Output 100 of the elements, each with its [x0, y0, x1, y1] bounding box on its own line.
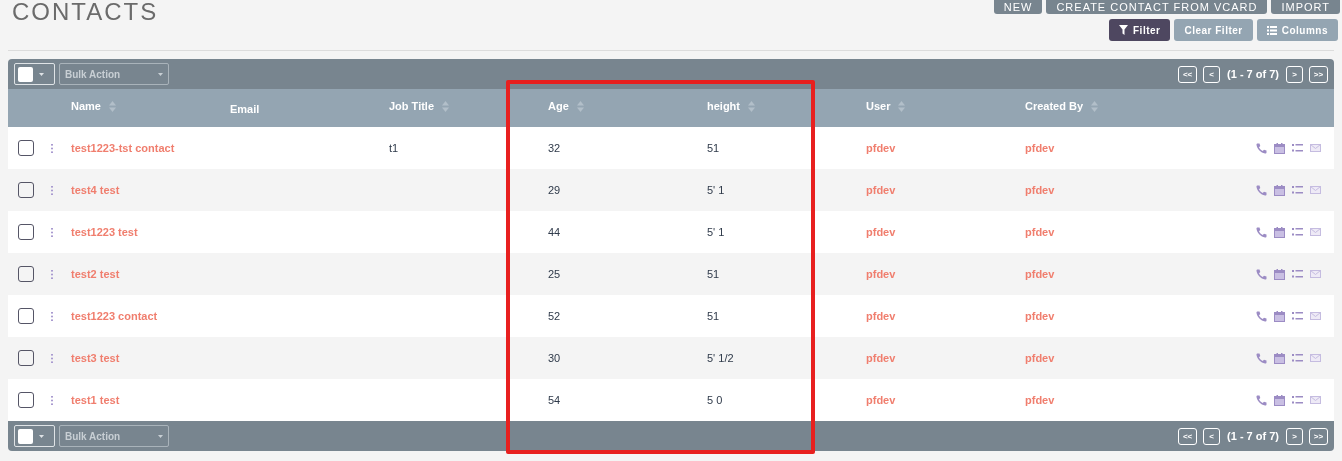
- table-cell: 51: [707, 309, 720, 322]
- phone-icon[interactable]: [1256, 226, 1267, 238]
- record-link[interactable]: pfdev: [1025, 225, 1055, 238]
- record-link[interactable]: test2 test: [71, 267, 120, 280]
- select-all-dropdown[interactable]: [14, 425, 55, 447]
- filter-button[interactable]: Filter: [1109, 19, 1171, 41]
- row-checkbox[interactable]: [18, 182, 34, 198]
- table-cell: t1: [389, 141, 399, 154]
- phone-icon[interactable]: [1256, 142, 1267, 154]
- row-checkbox[interactable]: [18, 350, 34, 366]
- phone-icon[interactable]: [1256, 394, 1267, 406]
- action-button[interactable]: CREATE CONTACT FROM VCARD: [1046, 0, 1268, 14]
- sort-icon: [1091, 100, 1099, 112]
- list-icon[interactable]: [1292, 186, 1303, 194]
- action-button[interactable]: NEW: [993, 0, 1043, 14]
- record-link[interactable]: test1223 contact: [71, 309, 158, 322]
- record-link[interactable]: pfdev: [866, 309, 896, 322]
- page-range: (1 - 7 of 7): [1226, 66, 1280, 82]
- record-link[interactable]: test4 test: [71, 183, 120, 196]
- list-icon[interactable]: [1292, 144, 1303, 152]
- table-row[interactable]: test1223 test 44 5' 1 pfdev pfdev: [8, 211, 1334, 253]
- record-link[interactable]: pfdev: [1025, 183, 1055, 196]
- list-icon[interactable]: [1292, 312, 1303, 320]
- caret-icon: [39, 72, 44, 76]
- record-link[interactable]: pfdev: [866, 141, 896, 154]
- bulk-action-dropdown[interactable]: Bulk Action: [59, 63, 169, 85]
- row-checkbox[interactable]: [18, 140, 34, 156]
- column-header[interactable]: Name: [71, 97, 116, 115]
- page-button[interactable]: >>: [1309, 427, 1328, 445]
- record-link[interactable]: pfdev: [1025, 141, 1055, 154]
- table-row[interactable]: test1 test 54 5 0 pfdev pfdev: [8, 379, 1334, 421]
- sort-icon: [576, 100, 584, 112]
- record-link[interactable]: pfdev: [1025, 351, 1055, 364]
- phone-icon[interactable]: [1256, 268, 1267, 280]
- list-icon[interactable]: [1292, 396, 1303, 404]
- column-header[interactable]: Job Title: [389, 97, 450, 115]
- row-checkbox[interactable]: [18, 266, 34, 282]
- row-checkbox[interactable]: [18, 224, 34, 240]
- record-link[interactable]: pfdev: [866, 225, 896, 238]
- calendar-icon[interactable]: [1274, 184, 1285, 196]
- phone-icon[interactable]: [1256, 184, 1267, 196]
- calendar-icon[interactable]: [1274, 142, 1285, 154]
- column-header[interactable]: User: [866, 97, 906, 115]
- table-row[interactable]: test1223-tst contact t1 32 51 pfdev pfdev: [8, 127, 1334, 169]
- filter-button[interactable]: Columns: [1256, 19, 1338, 41]
- column-header[interactable]: Email: [230, 100, 260, 118]
- caret-icon: [39, 434, 44, 438]
- table-cell: 52: [548, 309, 561, 322]
- calendar-icon[interactable]: [1274, 268, 1285, 280]
- record-link[interactable]: pfdev: [1025, 393, 1055, 406]
- bulk-action-dropdown[interactable]: Bulk Action: [59, 425, 169, 447]
- record-link[interactable]: pfdev: [1025, 309, 1055, 322]
- caret-icon: [158, 434, 163, 438]
- sort-icon: [108, 100, 116, 112]
- mail-icon[interactable]: [1310, 354, 1321, 362]
- row-checkbox[interactable]: [18, 392, 34, 408]
- filter-button[interactable]: Clear Filter: [1174, 19, 1253, 41]
- column-header[interactable]: height: [707, 97, 755, 115]
- select-all-dropdown[interactable]: [14, 63, 55, 85]
- list-icon[interactable]: [1292, 228, 1303, 236]
- table-cell: 5' 1/2: [707, 351, 734, 364]
- page-button[interactable]: >: [1286, 65, 1303, 83]
- record-link[interactable]: pfdev: [866, 351, 896, 364]
- calendar-icon[interactable]: [1274, 394, 1285, 406]
- sort-icon: [442, 100, 450, 112]
- table-row[interactable]: test1223 contact 52 51 pfdev pfdev: [8, 295, 1334, 337]
- record-link[interactable]: pfdev: [1025, 267, 1055, 280]
- mail-icon[interactable]: [1310, 186, 1321, 194]
- row-checkbox[interactable]: [18, 308, 34, 324]
- column-header[interactable]: Age: [548, 97, 584, 115]
- page-button[interactable]: <<: [1178, 65, 1198, 83]
- mail-icon[interactable]: [1310, 144, 1321, 152]
- list-icon[interactable]: [1292, 354, 1303, 362]
- page-button[interactable]: <: [1203, 427, 1221, 445]
- record-link[interactable]: pfdev: [866, 393, 896, 406]
- action-button[interactable]: IMPORT: [1271, 0, 1340, 14]
- phone-icon[interactable]: [1256, 352, 1267, 364]
- page-button[interactable]: <: [1203, 65, 1221, 83]
- phone-icon[interactable]: [1256, 310, 1267, 322]
- list-icon[interactable]: [1292, 270, 1303, 278]
- calendar-icon[interactable]: [1274, 352, 1285, 364]
- page-button[interactable]: <<: [1178, 427, 1198, 445]
- record-link[interactable]: test1 test: [71, 393, 120, 406]
- table-cell: 29: [548, 183, 561, 196]
- record-link[interactable]: pfdev: [866, 267, 896, 280]
- mail-icon[interactable]: [1310, 228, 1321, 236]
- mail-icon[interactable]: [1310, 312, 1321, 320]
- calendar-icon[interactable]: [1274, 310, 1285, 322]
- mail-icon[interactable]: [1310, 396, 1321, 404]
- table-cell: 51: [707, 141, 720, 154]
- mail-icon[interactable]: [1310, 270, 1321, 278]
- record-link[interactable]: test1223 test: [71, 225, 138, 238]
- page-button[interactable]: >>: [1309, 65, 1328, 83]
- record-link[interactable]: pfdev: [866, 183, 896, 196]
- page-button[interactable]: >: [1286, 427, 1303, 445]
- calendar-icon[interactable]: [1274, 226, 1285, 238]
- table-cell: 51: [707, 267, 720, 280]
- record-link[interactable]: test1223-tst contact: [71, 141, 175, 154]
- record-link[interactable]: test3 test: [71, 351, 120, 364]
- column-header[interactable]: Created By: [1025, 97, 1099, 115]
